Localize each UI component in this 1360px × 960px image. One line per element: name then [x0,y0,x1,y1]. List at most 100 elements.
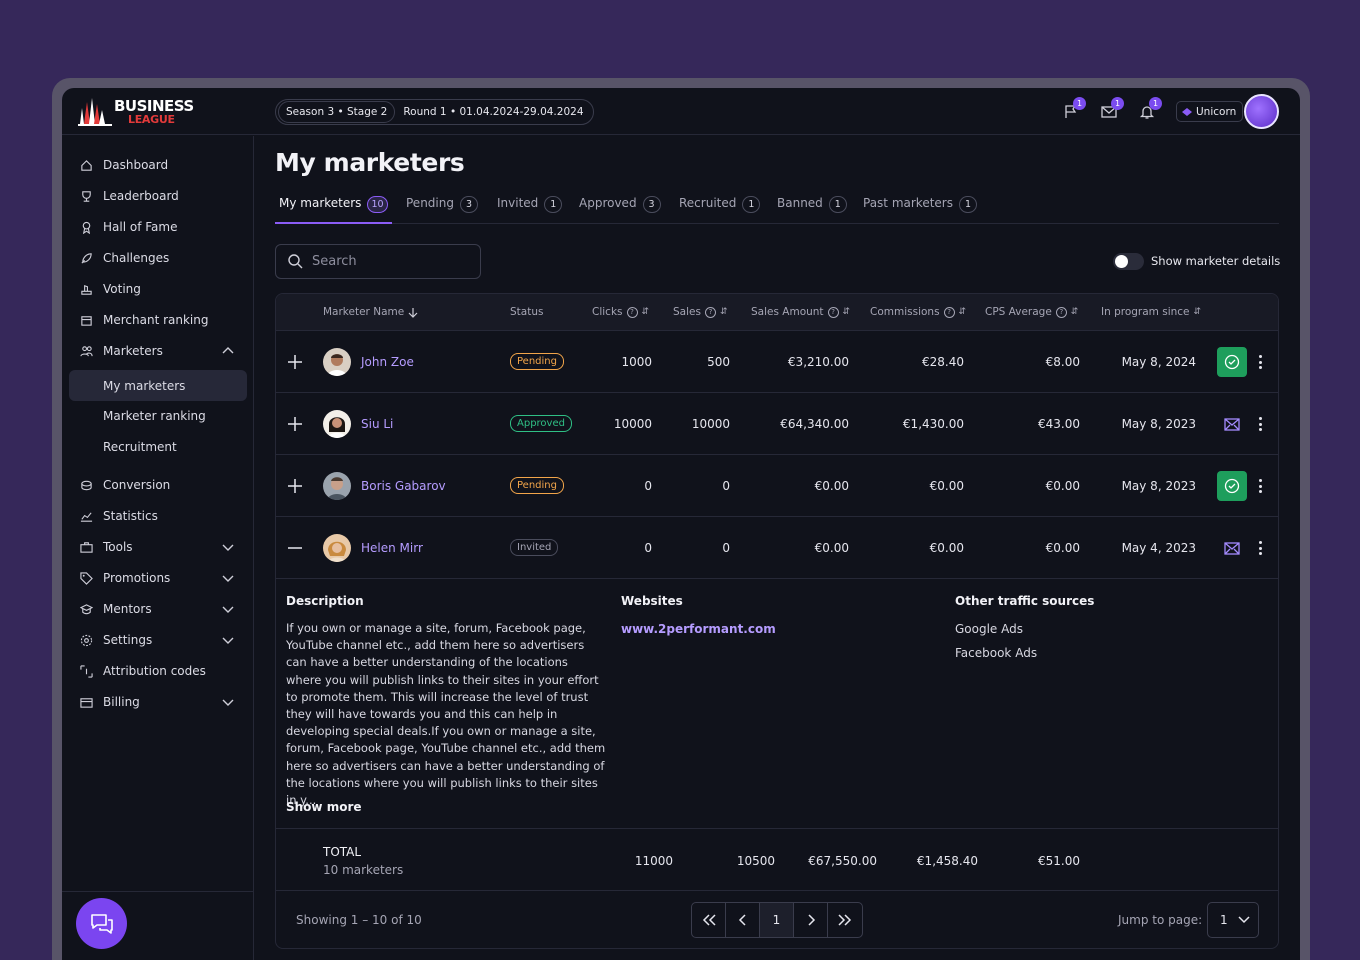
marketer-name-link[interactable]: Helen Mirr [361,541,423,555]
store-icon [79,313,93,327]
expand-plus-icon[interactable] [288,355,302,369]
brand-line-2: LEAGUE [128,113,175,126]
col-commissions[interactable]: Commissions? ⇵ [870,306,966,318]
tab-past-marketers[interactable]: Past marketers 1 [863,194,977,224]
more-options-icon[interactable] [1254,352,1266,372]
tab-label: Past marketers [863,196,953,210]
tab-invited[interactable]: Invited 1 [497,194,563,224]
col-clicks[interactable]: Clicks? ⇵ [592,306,649,318]
account-switcher[interactable]: Unicorn [1176,101,1244,122]
mail-button[interactable]: 1 [1098,97,1124,123]
brand-logo[interactable]: BUSINESS LEAGUE [78,94,198,128]
help-icon: ? [1055,306,1067,318]
sidebar-item-leaderboard[interactable]: Leaderboard [69,182,247,210]
expand-plus-icon[interactable] [288,417,302,431]
sidebar-item-voting[interactable]: Voting [69,275,247,303]
sidebar-item-marketers[interactable]: Marketers [69,337,247,365]
total-cps: €51.00 [1038,854,1080,868]
sidebar-item-dashboard[interactable]: Dashboard [69,151,247,179]
next-page-button[interactable] [794,903,828,937]
jump-to-page-select[interactable]: 1 [1207,902,1259,938]
sidebar-item-challenges[interactable]: Challenges [69,244,247,272]
chat-button[interactable] [76,898,127,949]
table-row[interactable]: Helen Mirr Invited 0 0 €0.00 €0.00 €0.00… [276,517,1278,579]
col-status[interactable]: Status [510,306,543,318]
table-row[interactable]: Siu Li Approved 10000 10000 €64,340.00 €… [276,393,1278,455]
show-more-link[interactable]: Show more [286,800,362,814]
graduation-cap-icon [79,602,93,616]
approve-button[interactable] [1217,471,1247,501]
home-icon [79,158,93,172]
sales-amount-value: €64,340.00 [780,417,849,431]
flag-button[interactable]: 1 [1060,97,1086,123]
notifications-button[interactable]: 1 [1136,97,1162,123]
tab-banned[interactable]: Banned 1 [777,194,847,224]
sidebar-item-statistics[interactable]: Statistics [69,502,247,530]
col-sales-amount[interactable]: Sales Amount? ⇵ [751,306,850,318]
sidebar-item-tools[interactable]: Tools [69,533,247,561]
check-circle-icon [1224,354,1240,370]
tab-label: Recruited [679,196,737,210]
clicks-value: 1000 [621,355,652,369]
sidebar-item-merchant-ranking[interactable]: Merchant ranking [69,306,247,334]
tab-recruited[interactable]: Recruited 1 [679,194,761,224]
user-avatar[interactable] [1244,94,1279,129]
sidebar-item-mentors[interactable]: Mentors [69,595,247,623]
avatar [323,348,351,376]
col-label: CPS Average [985,306,1052,318]
chat-icon [90,913,113,934]
page-button-current[interactable]: 1 [760,903,794,937]
search-input[interactable]: Search [275,244,481,279]
sales-amount-value: €0.00 [814,541,849,555]
chevron-down-icon [222,606,234,613]
tag-icon [79,571,93,585]
sidebar-item-my-marketers[interactable]: My marketers [69,370,247,401]
more-options-icon[interactable] [1254,538,1266,558]
more-options-icon[interactable] [1254,414,1266,434]
sidebar-item-label: Promotions [103,571,171,585]
table-row[interactable]: John Zoe Pending 1000 500 €3,210.00 €28.… [276,331,1278,393]
prev-page-button[interactable] [726,903,760,937]
sidebar-item-promotions[interactable]: Promotions [69,564,247,592]
sidebar-item-billing[interactable]: Billing [69,688,247,716]
tab-label: Banned [777,196,823,210]
traffic-source-item: Facebook Ads [955,646,1038,660]
marketer-name-link[interactable]: John Zoe [361,355,414,369]
since-value: May 8, 2023 [1121,417,1196,431]
tab-approved[interactable]: Approved 3 [579,194,661,224]
col-cps-average[interactable]: CPS Average? ⇵ [985,306,1078,318]
first-page-button[interactable] [692,903,726,937]
marketer-name-link[interactable]: Siu Li [361,417,393,431]
sidebar-item-recruitment[interactable]: Recruitment [69,433,247,461]
last-page-button[interactable] [828,903,862,937]
approve-button[interactable] [1217,347,1247,377]
chevron-down-icon [222,699,234,706]
website-link[interactable]: www.2performant.com [621,622,776,636]
col-label: Marketer Name [323,306,405,318]
col-sales[interactable]: Sales? ⇵ [673,306,728,318]
expand-plus-icon[interactable] [288,479,302,493]
send-message-button[interactable] [1217,533,1247,563]
col-in-program-since[interactable]: In program since ⇵ [1101,306,1201,318]
marketer-details-toggle[interactable] [1113,253,1144,270]
tab-pending[interactable]: Pending 3 [406,194,478,224]
sidebar-item-hall-of-fame[interactable]: Hall of Fame [69,213,247,241]
help-icon: ? [704,306,716,318]
sidebar-item-attribution-codes[interactable]: Attribution codes [69,657,247,685]
tab-label: Invited [497,196,539,210]
send-message-button[interactable] [1217,409,1247,439]
rocket-icon [79,251,93,265]
sidebar-item-settings[interactable]: Settings [69,626,247,654]
collapse-minus-icon[interactable] [288,541,302,555]
sidebar-item-conversion[interactable]: Conversion [69,471,247,499]
marketer-name-link[interactable]: Boris Gabarov [361,479,446,493]
gear-icon [79,633,93,647]
table-row[interactable]: Boris Gabarov Pending 0 0 €0.00 €0.00 €0… [276,455,1278,517]
season-selector[interactable]: Season 3 • Stage 2 Round 1 • 01.04.2024-… [275,99,594,125]
sidebar-item-marketer-ranking[interactable]: Marketer ranking [69,402,247,430]
sidebar-item-label: Leaderboard [103,189,179,203]
col-marketer-name[interactable]: Marketer Name [323,306,418,318]
users-icon [79,344,93,358]
tab-my-marketers[interactable]: My marketers 10 [275,194,392,224]
more-options-icon[interactable] [1254,476,1266,496]
